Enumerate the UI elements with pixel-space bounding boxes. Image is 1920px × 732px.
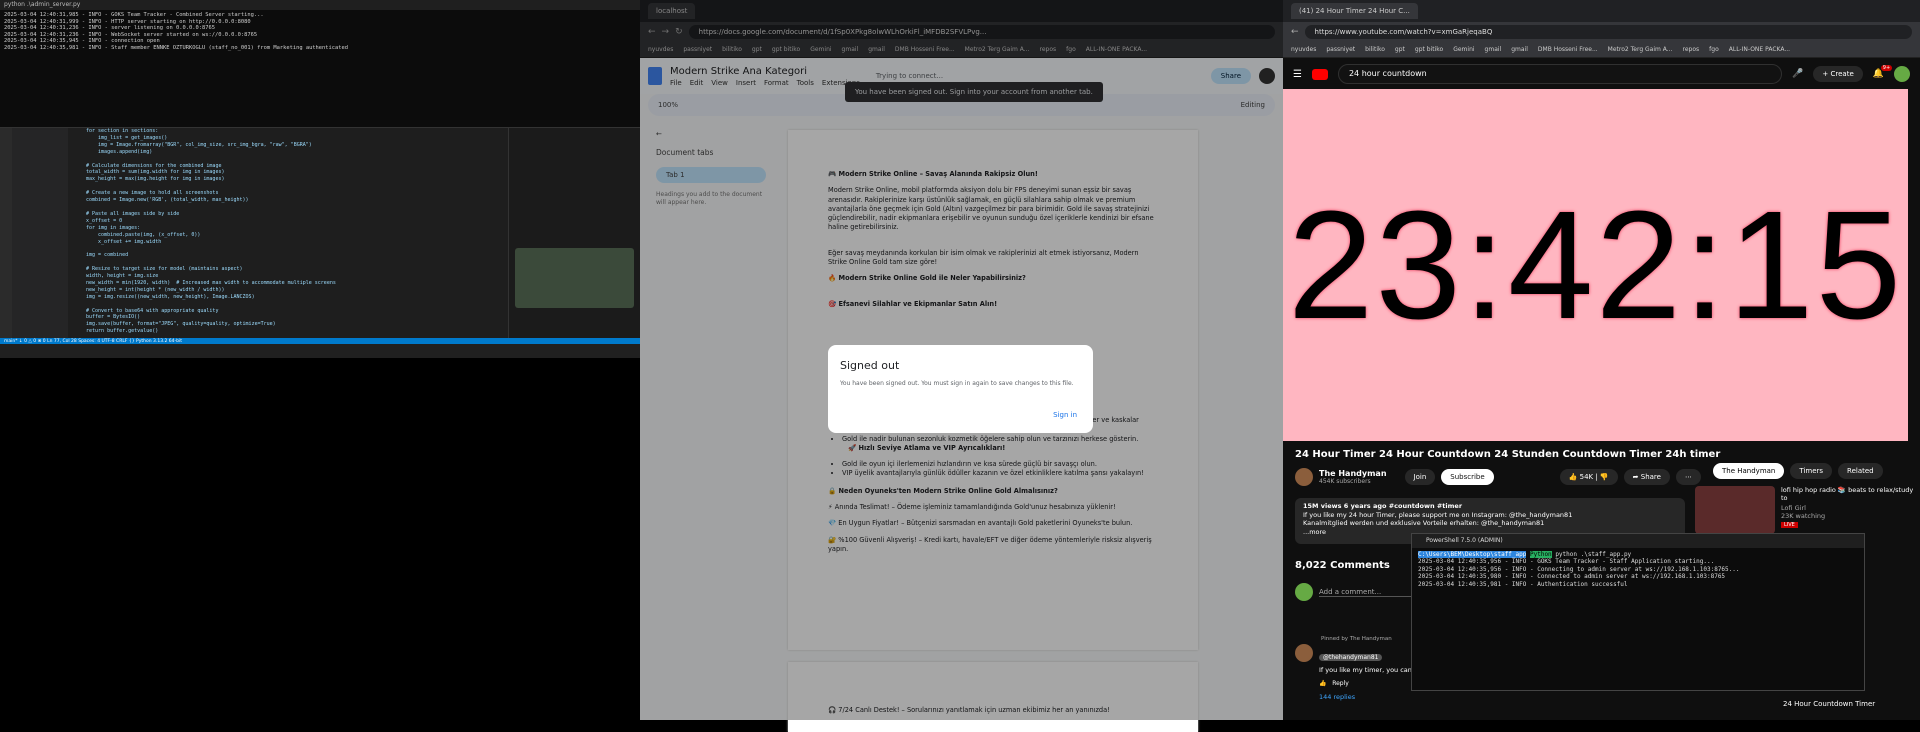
commenter-avatar — [1295, 644, 1313, 662]
side-video-thumbnail — [1695, 486, 1775, 534]
bookmark-item[interactable]: fgo — [1709, 46, 1719, 53]
yt-bookmarks-bar: nyuvdes passniyet bilitiko gpt gpt bitiko Gem… — [1283, 42, 1920, 58]
reply-button[interactable]: 👍 Reply — [1319, 680, 1412, 687]
yt-back-icon[interactable]: ← — [1291, 27, 1299, 37]
powershell-window[interactable]: PowerShell 7.5.0 (ADMIN) C:\Users\BEM\De… — [1411, 533, 1865, 691]
vscode-window: for section in sections: img_list = get_… — [0, 128, 640, 354]
terminal-title: python .\admin_server.py — [0, 0, 640, 10]
tab-youtube[interactable]: (41) 24 Hour Timer 24 Hour C... — [1291, 3, 1418, 19]
diff-preview — [515, 248, 634, 308]
channel-avatar[interactable] — [1295, 468, 1313, 486]
dialog-body: You have been signed out. You must sign … — [840, 380, 1074, 387]
commenter-handle[interactable]: @thehandyman81 — [1319, 654, 1383, 661]
channel-name[interactable]: The Handyman — [1319, 469, 1387, 478]
bookmark-item[interactable]: Gemini — [1453, 46, 1474, 53]
pinned-label: Pinned by The Handyman — [1321, 636, 1392, 642]
bookmark-item[interactable]: repos — [1683, 46, 1700, 53]
bookmark-item[interactable]: passniyet — [1326, 46, 1355, 53]
like-count: 54K — [1579, 473, 1594, 481]
bookmark-item[interactable]: nyuvdes — [1291, 46, 1316, 53]
replies-toggle[interactable]: 144 replies — [1319, 693, 1412, 701]
side-video-channel: Lofi Girl — [1780, 504, 1806, 512]
yt-header: ☰ 24 hour countdown 🎤 + Create 🔔 9+ — [1283, 58, 1920, 90]
subscriber-count: 454K subscribers — [1319, 478, 1371, 485]
left-screen: python .\admin_server.py 2025-03-04 12:4… — [0, 0, 640, 720]
yt-url-input[interactable]: https://www.youtube.com/watch?v=xmGaRjeq… — [1304, 25, 1912, 39]
dialog-title: Signed out — [840, 359, 900, 372]
bookmark-item[interactable]: bilitiko — [1365, 46, 1385, 53]
server-terminal[interactable]: python .\admin_server.py 2025-03-04 12:4… — [0, 0, 640, 128]
desc-stats: 15M views 6 years ago #countdown #timer — [1303, 502, 1463, 510]
powershell-output: C:\Users\BEM\Desktop\staff_app Python py… — [1412, 548, 1864, 591]
bell-icon[interactable]: 🔔 9+ — [1873, 65, 1893, 79]
menu-icon[interactable]: ☰ — [1293, 69, 1302, 80]
bookmark-item[interactable]: gpt — [1395, 46, 1405, 53]
pinned-comment: Pinned by The Handyman @thehandyman81 If… — [1295, 636, 1425, 701]
countdown-clock: 23:42:15 — [1287, 178, 1904, 351]
live-badge: LIVE — [1780, 522, 1798, 528]
yt-search-input[interactable]: 24 hour countdown — [1337, 64, 1783, 84]
sign-in-button[interactable]: Sign in — [1053, 411, 1077, 419]
my-avatar — [1295, 583, 1313, 601]
chip-related[interactable]: Related — [1838, 463, 1883, 479]
signed-out-dialog: Signed out You have been signed out. You… — [828, 345, 1093, 433]
create-button[interactable]: + Create — [1813, 66, 1863, 82]
yt-avatar[interactable] — [1894, 66, 1910, 82]
chip-timers[interactable]: Timers — [1790, 463, 1833, 479]
video-title: 24 Hour Timer 24 Hour Countdown 24 Stund… — [1295, 449, 1721, 460]
activity-bar[interactable] — [0, 128, 12, 354]
play-logo-icon — [1311, 68, 1328, 80]
prompt-env: Python — [1530, 551, 1552, 558]
channel-row: The Handyman 454K subscribers Join Subsc… — [1295, 468, 1701, 486]
comment-count: 8,022 Comments — [1295, 560, 1390, 571]
ps-command: python .\staff_app.py — [1555, 551, 1632, 558]
terminal-output: 2025-03-04 12:40:31,985 - INFO - GOKS Te… — [4, 12, 349, 51]
powershell-title: PowerShell 7.5.0 (ADMIN) — [1412, 534, 1864, 548]
desc-line-2: If you like my 24 hour Timer, please sup… — [1303, 510, 1573, 519]
bookmark-item[interactable]: ALL-IN-ONE PACKA... — [1729, 46, 1790, 53]
code-text: for section in sections: img_list = get_… — [86, 128, 336, 335]
yt-address-row: ← https://www.youtube.com/watch?v=xmGaRj… — [1283, 22, 1920, 42]
ps-log-lines: 2025-03-04 12:40:35,956 - INFO - GOKS Te… — [1418, 558, 1740, 588]
subscribe-button[interactable]: Subscribe — [1441, 469, 1494, 485]
mic-icon[interactable]: 🎤 — [1792, 69, 1803, 79]
reply-label: Reply — [1332, 680, 1349, 687]
taskbar[interactable] — [0, 344, 640, 358]
youtube-logo[interactable] — [1311, 68, 1328, 80]
video-player[interactable]: 23:42:15 — [1283, 89, 1908, 441]
share-button-yt[interactable]: ➦ Share — [1623, 469, 1670, 485]
more-icon[interactable]: ⋯ — [1675, 469, 1701, 485]
bookmark-item[interactable]: gmail — [1485, 46, 1502, 53]
bookmark-item[interactable]: gmail — [1511, 46, 1528, 53]
join-button[interactable]: Join — [1404, 469, 1436, 485]
related-chips: The Handyman Timers Related — [1713, 463, 1883, 479]
comment-text: If you like my timer, you can — [1319, 666, 1412, 674]
side-video-title: lofi hip hop radio 📚 beats to relax/stud… — [1780, 486, 1914, 502]
desc-line-3: Kanalmitglied werden und exklusive Vorte… — [1303, 519, 1545, 527]
side-bottom-title: 24 Hour Countdown Timer — [1783, 700, 1876, 708]
chip-the-handyman[interactable]: The Handyman — [1713, 463, 1785, 479]
explorer-sidebar[interactable] — [12, 128, 68, 354]
notification-badge: 9+ — [1880, 65, 1893, 71]
code-editor[interactable]: for section in sections: img_list = get_… — [68, 128, 508, 338]
bookmark-item[interactable]: gpt bitiko — [1415, 46, 1443, 53]
side-video-item[interactable]: lofi hip hop radio 📚 beats to relax/stud… — [1695, 486, 1915, 534]
bookmark-item[interactable]: Metro2 Terg Gaim A... — [1608, 46, 1673, 53]
side-video-watching: 23K watching — [1780, 512, 1826, 520]
chat-panel[interactable] — [508, 128, 640, 338]
share-label: Share — [1640, 473, 1661, 481]
like-button[interactable]: 👍 54K | 👎 — [1559, 469, 1618, 485]
prompt-path: C:\Users\BEM\Desktop\staff_app — [1418, 551, 1527, 558]
bookmark-item[interactable]: DMB Hosseni Free... — [1538, 46, 1598, 53]
yt-tab-strip: (41) 24 Hour Timer 24 Hour C... — [1283, 0, 1920, 22]
